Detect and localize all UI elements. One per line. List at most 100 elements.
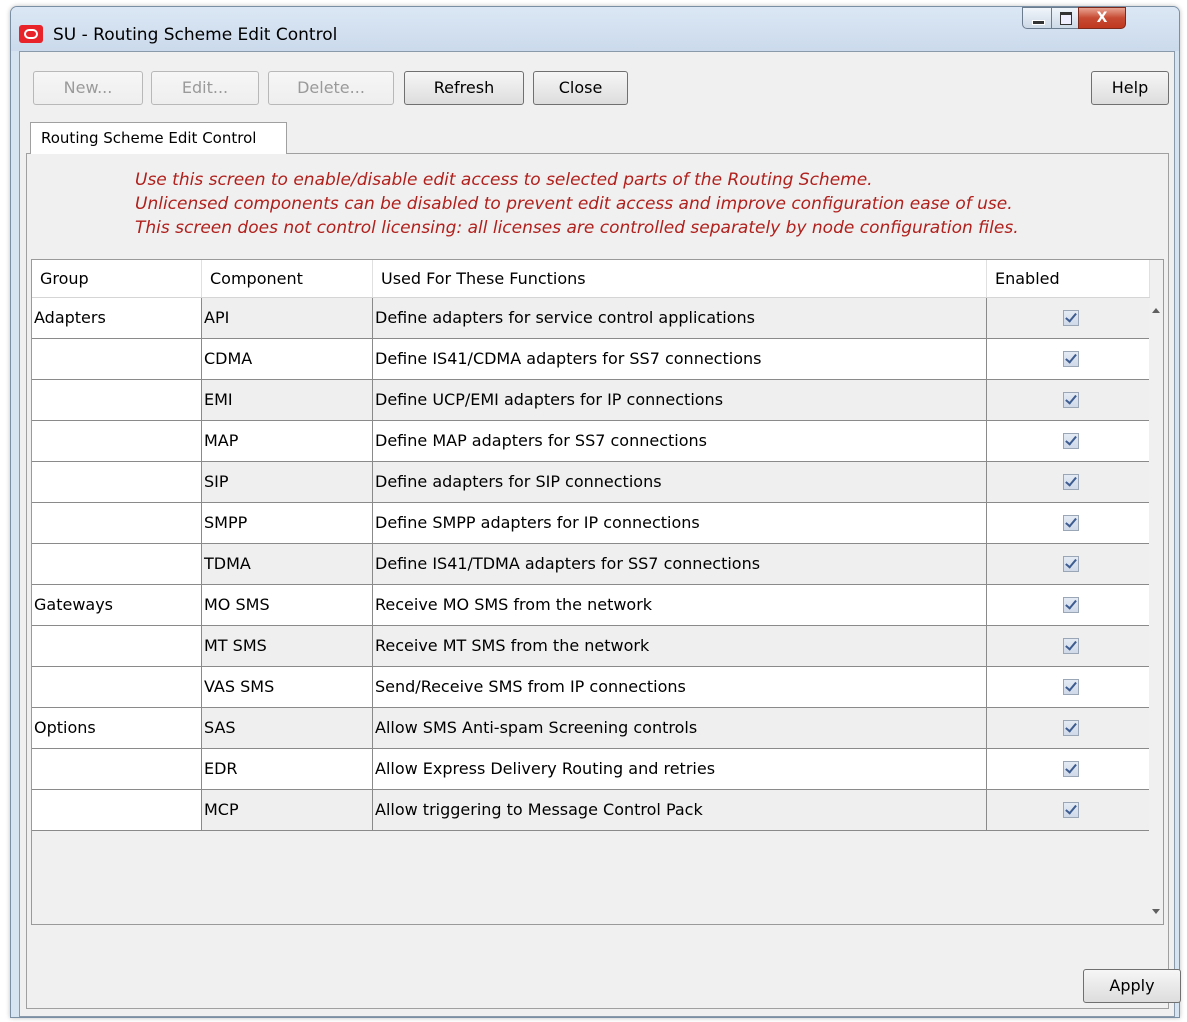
group-cell [32,790,202,831]
function-cell: Allow SMS Anti-spam Screening controls [373,708,987,749]
window-title: SU - Routing Scheme Edit Control [53,25,338,45]
group-cell: Gateways [32,585,202,626]
enabled-checkbox[interactable] [1063,392,1079,408]
group-cell [32,380,202,421]
tab-routing-scheme-edit-control[interactable]: Routing Scheme Edit Control [30,122,287,154]
component-cell: EMI [202,380,373,421]
function-cell: Define IS41/CDMA adapters for SS7 connec… [373,339,987,380]
function-cell: Allow triggering to Message Control Pack [373,790,987,831]
table-row[interactable]: EDR Allow Express Delivery Routing and r… [32,749,1156,790]
group-cell [32,421,202,462]
minimize-button[interactable] [1022,7,1052,29]
component-cell: SMPP [202,503,373,544]
enabled-checkbox[interactable] [1063,638,1079,654]
table-header: Group Component Used For These Functions… [32,260,1150,298]
table-row[interactable]: MCP Allow triggering to Message Control … [32,790,1156,831]
enabled-cell [987,790,1156,831]
client-area: New... Edit... Delete... Refresh Close H… [19,51,1181,1017]
enabled-cell [987,708,1156,749]
component-cell: CDMA [202,339,373,380]
enabled-checkbox[interactable] [1063,310,1079,326]
group-cell [32,462,202,503]
info-text: Use this screen to enable/disable edit a… [135,168,1019,240]
enabled-cell [987,462,1156,503]
table-row[interactable]: EMI Define UCP/EMI adapters for IP conne… [32,380,1156,421]
help-button[interactable]: Help [1091,71,1169,105]
table-row[interactable]: MAP Define MAP adapters for SS7 connecti… [32,421,1156,462]
component-cell: API [202,298,373,339]
group-cell [32,544,202,585]
column-header-group[interactable]: Group [32,260,202,297]
enabled-cell [987,503,1156,544]
component-cell: SIP [202,462,373,503]
enabled-cell [987,380,1156,421]
table-row[interactable]: MT SMS Receive MT SMS from the network [32,626,1156,667]
refresh-button[interactable]: Refresh [404,71,524,105]
enabled-cell [987,339,1156,380]
table-row[interactable]: SMPP Define SMPP adapters for IP connect… [32,503,1156,544]
enabled-checkbox[interactable] [1063,556,1079,572]
maximize-button[interactable] [1051,7,1079,29]
enabled-checkbox[interactable] [1063,433,1079,449]
component-cell: MO SMS [202,585,373,626]
enabled-cell [987,626,1156,667]
table-row[interactable]: VAS SMS Send/Receive SMS from IP connect… [32,667,1156,708]
component-cell: MCP [202,790,373,831]
component-cell: TDMA [202,544,373,585]
info-line: This screen does not control licensing: … [135,218,1019,238]
enabled-checkbox[interactable] [1063,802,1079,818]
table-row[interactable]: CDMA Define IS41/CDMA adapters for SS7 c… [32,339,1156,380]
function-cell: Receive MO SMS from the network [373,585,987,626]
table-row[interactable]: TDMA Define IS41/TDMA adapters for SS7 c… [32,544,1156,585]
title-bar[interactable]: SU - Routing Scheme Edit Control X [11,7,1179,51]
apply-button[interactable]: Apply [1083,969,1181,1003]
column-header-enabled[interactable]: Enabled [987,260,1150,297]
table-row[interactable]: Options SAS Allow SMS Anti-spam Screenin… [32,708,1156,749]
enabled-checkbox[interactable] [1063,597,1079,613]
enabled-checkbox[interactable] [1063,679,1079,695]
column-header-component[interactable]: Component [202,260,373,297]
group-cell [32,503,202,544]
enabled-cell [987,421,1156,462]
close-button[interactable]: Close [533,71,628,105]
enabled-checkbox[interactable] [1063,515,1079,531]
function-cell: Allow Express Delivery Routing and retri… [373,749,987,790]
column-header-functions[interactable]: Used For These Functions [373,260,987,297]
group-cell [32,626,202,667]
info-line: Use this screen to enable/disable edit a… [135,170,873,190]
edit-button[interactable]: Edit... [151,71,259,105]
enabled-cell [987,667,1156,708]
components-table: Group Component Used For These Functions… [31,259,1164,925]
function-cell: Receive MT SMS from the network [373,626,987,667]
component-cell: MAP [202,421,373,462]
scroll-up-arrow-icon[interactable] [1152,308,1160,313]
table-row[interactable]: SIP Define adapters for SIP connections [32,462,1156,503]
enabled-checkbox[interactable] [1063,720,1079,736]
delete-button[interactable]: Delete... [268,71,394,105]
table-row[interactable]: Adapters API Define adapters for service… [32,298,1156,339]
component-cell: MT SMS [202,626,373,667]
new-button[interactable]: New... [33,71,143,105]
function-cell: Define IS41/TDMA adapters for SS7 connec… [373,544,987,585]
function-cell: Define adapters for service control appl… [373,298,987,339]
function-cell: Define UCP/EMI adapters for IP connectio… [373,380,987,421]
enabled-checkbox[interactable] [1063,761,1079,777]
function-cell: Define adapters for SIP connections [373,462,987,503]
main-window: SU - Routing Scheme Edit Control X New..… [10,6,1181,1018]
info-line: Unlicensed components can be disabled to… [135,194,1013,214]
table-row[interactable]: Gateways MO SMS Receive MO SMS from the … [32,585,1156,626]
vertical-scrollbar[interactable] [1149,298,1163,924]
scroll-down-arrow-icon[interactable] [1152,909,1160,914]
tab-panel: Use this screen to enable/disable edit a… [26,153,1169,1009]
group-cell [32,339,202,380]
window-close-button[interactable]: X [1078,7,1126,29]
enabled-checkbox[interactable] [1063,351,1079,367]
enabled-cell [987,749,1156,790]
component-cell: EDR [202,749,373,790]
group-cell [32,667,202,708]
oracle-app-icon [19,25,43,43]
function-cell: Send/Receive SMS from IP connections [373,667,987,708]
function-cell: Define SMPP adapters for IP connections [373,503,987,544]
enabled-checkbox[interactable] [1063,474,1079,490]
enabled-cell [987,544,1156,585]
